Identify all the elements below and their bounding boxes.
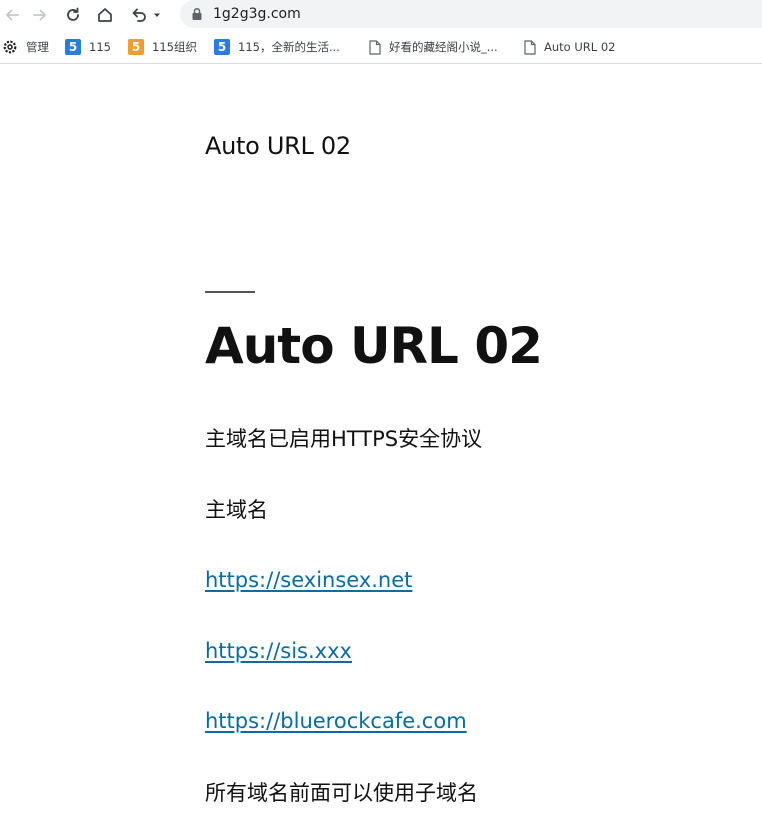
home-icon — [98, 8, 112, 22]
bookmark-label: 115组织 — [152, 40, 197, 54]
history-dropdown[interactable] — [150, 3, 164, 27]
title-divider — [205, 291, 255, 293]
subdomain-note: 所有域名前面可以使用子域名 — [205, 781, 478, 805]
page-icon — [369, 39, 381, 55]
lock-icon — [192, 7, 202, 20]
domain-link[interactable]: https://sis.xxx — [205, 639, 352, 663]
bookmark-115-org[interactable]: 5 115组织 — [128, 38, 197, 56]
domain-link[interactable]: https://bluerockcafe.com — [205, 709, 467, 733]
five-orange-icon: 5 — [128, 39, 144, 55]
bookmark-115[interactable]: 5 115 — [65, 38, 111, 56]
undo-arrow-icon — [132, 8, 146, 22]
five-blue-icon: 5 — [65, 39, 81, 55]
page-icon — [524, 39, 536, 55]
forward-arrow-icon — [33, 9, 46, 21]
bookmark-label: 115 — [89, 40, 111, 54]
domain-link-paragraph: https://sis.xxx — [205, 637, 352, 665]
bookmark-label: 115，全新的生活... — [238, 40, 340, 54]
reload-button[interactable] — [61, 3, 85, 27]
address-bar[interactable]: 1g2g3g.com — [180, 0, 762, 28]
bookmark-label: Auto URL 02 — [544, 40, 616, 54]
history-button[interactable] — [127, 3, 151, 27]
domain-link-paragraph: https://sexinsex.net — [205, 566, 412, 594]
bookmark-auto-url[interactable]: Auto URL 02 — [524, 38, 615, 56]
bookmark-novel[interactable]: 好看的藏经阁小说_... — [369, 38, 498, 56]
https-notice: 主域名已启用HTTPS安全协议 — [205, 427, 483, 451]
bookmarks-bar: 管理 5 115 5 115组织 5 115，全新的生活... 好看的藏经阁小说… — [0, 30, 762, 64]
caret-down-icon — [154, 13, 160, 17]
bookmark-label: 好看的藏经阁小说_... — [389, 40, 498, 54]
entry-title: Auto URL 02 — [205, 317, 543, 375]
back-button[interactable] — [0, 3, 24, 27]
forward-button[interactable] — [28, 3, 52, 27]
domain-link[interactable]: https://sexinsex.net — [205, 568, 412, 592]
domain-link-paragraph: https://bluerockcafe.com — [205, 707, 467, 735]
home-button[interactable] — [93, 3, 117, 27]
bookmark-label: 管理 — [26, 40, 49, 54]
five-blue-icon: 5 — [214, 39, 230, 55]
browser-toolbar: 1g2g3g.com — [0, 0, 762, 30]
bookmark-115-life[interactable]: 5 115，全新的生活... — [214, 38, 340, 56]
back-arrow-icon — [6, 9, 19, 21]
reload-icon — [67, 7, 79, 21]
url-text[interactable]: 1g2g3g.com — [213, 5, 301, 23]
bookmark-manage[interactable]: 管理 — [2, 38, 49, 56]
main-domain-label: 主域名 — [205, 498, 268, 522]
gear-icon — [2, 39, 18, 55]
site-title[interactable]: Auto URL 02 — [205, 132, 351, 160]
